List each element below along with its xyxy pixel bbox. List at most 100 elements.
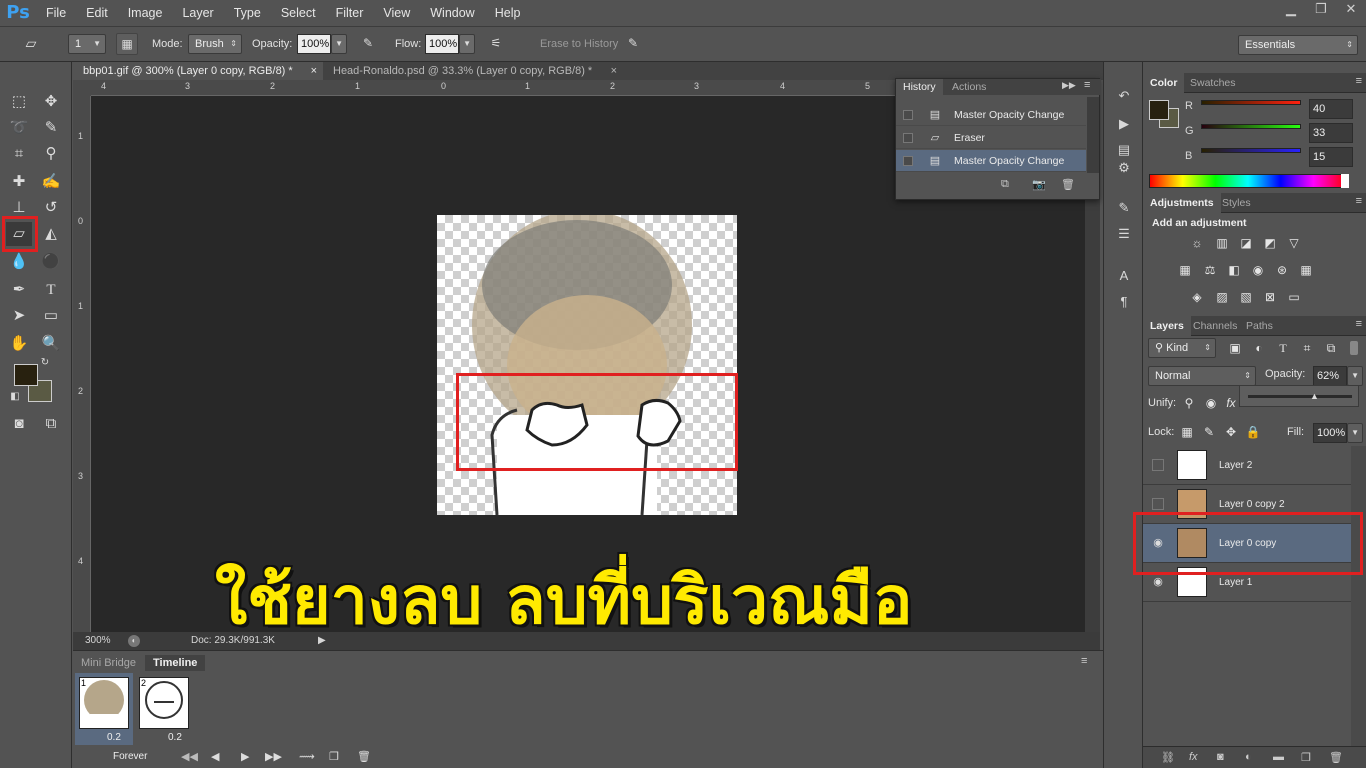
menu-help[interactable]: Help (485, 0, 531, 26)
opacity-dropdown[interactable]: ▼ (331, 34, 347, 54)
healing-brush-icon[interactable]: ✚ (6, 170, 32, 194)
panel-menu-icon[interactable]: ≡ (1356, 195, 1362, 207)
tab-paths[interactable]: Paths (1239, 316, 1280, 336)
fx-icon[interactable]: fx (1189, 751, 1198, 763)
unify-visibility-icon[interactable]: ◉ (1202, 394, 1220, 412)
menu-image[interactable]: Image (118, 0, 173, 26)
swap-colors-icon[interactable]: ↻ (38, 356, 52, 370)
unify-style-icon[interactable]: fx (1222, 394, 1240, 412)
tab-channels[interactable]: Channels (1186, 316, 1244, 336)
blue-slider[interactable] (1201, 148, 1301, 153)
brush-panel-icon[interactable]: ▦ (116, 33, 138, 55)
paint-bucket-icon[interactable]: ◭ (38, 222, 64, 246)
color-spectrum-ramp[interactable] (1149, 174, 1347, 188)
tab-mini-bridge[interactable]: Mini Bridge (73, 655, 144, 671)
paragraph-panel-icon[interactable]: ¶ (1114, 292, 1134, 312)
screen-mode-icon[interactable]: ⧉ (38, 412, 64, 436)
new-group-icon[interactable]: ▬ (1273, 751, 1284, 763)
minimize-icon[interactable]: ▁ (1276, 0, 1306, 20)
workspace-select[interactable]: Essentials ⇕ (1238, 35, 1358, 55)
blend-mode-select[interactable]: Normal ⇕ (1148, 366, 1256, 386)
status-menu-icon[interactable]: ◐ (128, 635, 140, 647)
threshold-icon[interactable]: ▧ (1237, 288, 1255, 306)
quick-selection-icon[interactable]: ✎ (38, 116, 64, 140)
foreground-color-swatch[interactable] (14, 364, 38, 386)
next-frame-icon[interactable]: ▶▶ (265, 750, 282, 763)
visibility-toggle[interactable] (1152, 459, 1164, 471)
layer-opacity-input[interactable]: 62% (1313, 366, 1347, 386)
dodge-tool-icon[interactable]: ⚫ (38, 250, 64, 274)
filter-adjustment-icon[interactable]: ◐ (1250, 339, 1268, 357)
color-lookup-icon[interactable]: ▦ (1297, 261, 1315, 279)
lasso-tool-icon[interactable]: ➰ (6, 116, 32, 140)
frame-2-delay[interactable]: 0.2 (168, 732, 182, 743)
rectangle-tool-icon[interactable]: ▭ (38, 304, 64, 328)
visibility-toggle[interactable] (1152, 498, 1164, 510)
tab-history[interactable]: History (896, 79, 943, 95)
opacity-slider-track[interactable] (1248, 395, 1352, 398)
tab-actions[interactable]: Actions (946, 79, 992, 95)
lock-transparent-icon[interactable]: ▦ (1178, 423, 1196, 441)
eraser-preset-icon[interactable]: ▱ (20, 33, 42, 55)
delete-frame-icon[interactable]: 🗑 (357, 750, 371, 763)
history-item[interactable]: ▤ Master Opacity Change (896, 104, 1086, 126)
layers-scrollbar[interactable] (1351, 446, 1366, 746)
add-mask-icon[interactable]: ◙ (1217, 751, 1224, 763)
layer-row-layer-2[interactable]: Layer 2 (1143, 446, 1351, 485)
lock-position-icon[interactable]: ✥ (1222, 423, 1240, 441)
flow-dropdown[interactable]: ▼ (459, 34, 475, 54)
delete-state-icon[interactable]: 🗑 (1061, 178, 1075, 191)
opacity-slider-popup[interactable]: ▲ (1239, 385, 1359, 407)
filter-pixel-icon[interactable]: ▣ (1226, 339, 1244, 357)
filter-toggle[interactable] (1350, 341, 1358, 355)
close-icon[interactable]: ✕ (1336, 0, 1366, 20)
menu-layer[interactable]: Layer (172, 0, 223, 26)
new-layer-icon[interactable]: ❐ (1301, 751, 1311, 764)
pressure-opacity-icon[interactable]: ✎ (357, 33, 379, 55)
character-panel-icon[interactable]: A (1114, 266, 1134, 286)
new-adjustment-icon[interactable]: ◐ (1245, 751, 1252, 763)
posterize-icon[interactable]: ▨ (1213, 288, 1231, 306)
history-item[interactable]: ▱ Eraser (896, 127, 1086, 149)
menu-window[interactable]: Window (420, 0, 484, 26)
selective-color-icon[interactable]: ⊠ (1261, 288, 1279, 306)
exposure-icon[interactable]: ◩ (1261, 234, 1279, 252)
opacity-slider-thumb[interactable]: ▲ (1310, 391, 1319, 401)
color-balance-icon[interactable]: ⚖ (1201, 261, 1219, 279)
black-white-icon[interactable]: ◧ (1225, 261, 1243, 279)
menu-file[interactable]: File (36, 0, 76, 26)
fill-input[interactable]: 100% (1313, 423, 1347, 443)
brush-size-picker[interactable]: 1 ▼ (68, 34, 106, 54)
first-frame-icon[interactable]: ◀◀ (181, 750, 198, 763)
new-document-from-state-icon[interactable]: ⧉ (1001, 178, 1009, 191)
red-slider[interactable] (1201, 100, 1301, 105)
tab-swatches[interactable]: Swatches (1183, 73, 1243, 93)
invert-icon[interactable]: ◈ (1188, 288, 1206, 306)
lock-all-icon[interactable]: 🔒 (1244, 423, 1262, 441)
move-tool-icon[interactable]: ✥ (38, 90, 64, 114)
zoom-level[interactable]: 300% (85, 632, 111, 650)
default-colors-icon[interactable]: ◧ (8, 390, 22, 404)
tab-styles[interactable]: Styles (1215, 193, 1258, 213)
tab-head-ronaldo[interactable]: Head-Ronaldo.psd @ 33.3% (Layer 0 copy, … (323, 62, 623, 80)
quick-mask-icon[interactable]: ◙ (6, 412, 32, 436)
unify-position-icon[interactable]: ⚲ (1180, 394, 1198, 412)
curves-icon[interactable]: ◪ (1237, 234, 1255, 252)
actions-panel-icon[interactable]: ▶ (1114, 114, 1134, 134)
tab-timeline[interactable]: Timeline (145, 655, 206, 671)
brightness-icon[interactable]: ☼ (1188, 234, 1206, 252)
history-source-checkbox[interactable] (903, 133, 913, 143)
prev-frame-icon[interactable]: ◀ (211, 750, 219, 763)
pressure-size-icon[interactable]: ✎ (622, 33, 644, 55)
opacity-input[interactable]: 100% (297, 34, 331, 54)
info-icon[interactable]: ⚙ (1114, 158, 1134, 178)
tab-adjustments[interactable]: Adjustments (1143, 193, 1221, 213)
snapshot-icon[interactable]: 📷 (1032, 178, 1046, 191)
flow-input[interactable]: 100% (425, 34, 459, 54)
path-selection-icon[interactable]: ➤ (6, 304, 32, 328)
panel-menu-icon[interactable]: ≡ (1356, 75, 1362, 87)
delete-layer-icon[interactable]: 🗑 (1329, 751, 1343, 764)
green-slider[interactable] (1201, 124, 1301, 129)
close-tab-icon[interactable]: × (611, 62, 617, 80)
mode-select[interactable]: Brush ⇕ (188, 34, 242, 54)
